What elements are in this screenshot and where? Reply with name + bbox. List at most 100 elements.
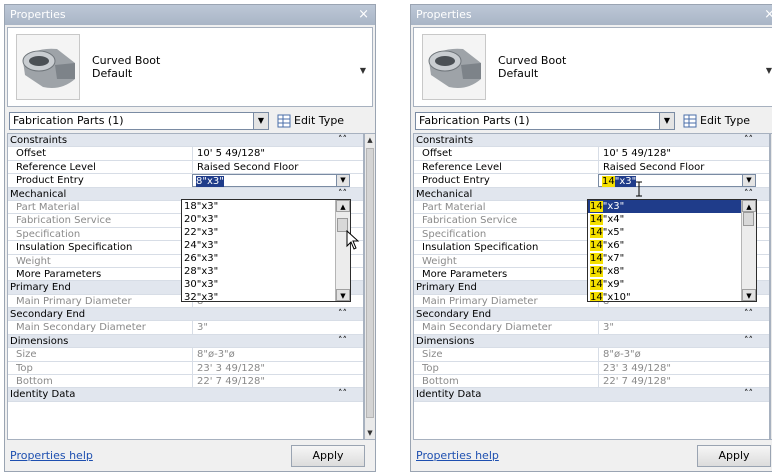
group-label: Secondary End xyxy=(416,309,492,321)
collapse-chevron-icon[interactable]: ˄˄ xyxy=(744,388,753,401)
instance-filter-dropdown[interactable]: Fabrication Parts (1) ▼ xyxy=(9,112,269,130)
property-group-header[interactable]: Constraints ˄˄ xyxy=(414,134,769,148)
dropdown-scroll-down-icon[interactable]: ▼ xyxy=(336,289,350,301)
property-value[interactable]: 8"ø-3"ø xyxy=(598,348,767,362)
property-value[interactable]: 23' 3 49/128" xyxy=(598,361,767,375)
apply-button[interactable]: Apply xyxy=(697,445,771,467)
dropdown-scrollbar[interactable]: ▲ ▼ xyxy=(335,200,350,301)
dropdown-option[interactable]: 14"x4" xyxy=(588,213,742,226)
product-entry-dropdown-list[interactable]: 14"x3" 14"x4" 14"x5" 14"x6" 14"x7" 14"x8" 14"x… xyxy=(587,199,757,302)
group-label: Primary End xyxy=(10,282,71,294)
property-label: Size xyxy=(422,349,443,361)
instance-filter-label: Fabrication Parts (1) xyxy=(419,114,530,127)
dropdown-arrow-icon[interactable]: ▼ xyxy=(336,175,349,187)
property-row: Offset 10' 5 49/128" xyxy=(8,147,363,161)
property-value[interactable]: 10' 5 49/128" xyxy=(598,147,767,161)
properties-help-link[interactable]: Properties help xyxy=(10,449,93,462)
property-label: Top xyxy=(422,362,439,374)
edit-type-button[interactable]: Edit Type xyxy=(683,112,750,130)
type-selector[interactable]: Curved Boot Default ▼ xyxy=(413,27,772,107)
property-value[interactable]: 3" xyxy=(192,321,361,335)
type-selector[interactable]: Curved Boot Default ▼ xyxy=(7,27,373,107)
edit-type-label: Edit Type xyxy=(700,114,751,127)
dropdown-scroll-down-icon[interactable]: ▼ xyxy=(742,289,756,301)
dropdown-option[interactable]: 18"x3" xyxy=(182,200,336,213)
property-group-header[interactable]: Constraints ˄˄ xyxy=(8,134,363,148)
dropdown-option[interactable]: 24"x3" xyxy=(182,239,336,252)
scroll-down-icon[interactable]: ▼ xyxy=(365,427,375,439)
apply-button[interactable]: Apply xyxy=(291,445,365,467)
property-group-header[interactable]: Dimensions ˄˄ xyxy=(414,334,769,349)
type-thumbnail xyxy=(16,34,80,100)
dropdown-arrow-icon[interactable]: ▼ xyxy=(659,113,674,129)
property-group-header[interactable]: Secondary End ˄˄ xyxy=(8,308,363,322)
type-thumbnail xyxy=(422,34,486,100)
scroll-thumb[interactable] xyxy=(366,148,374,418)
chevron-down-icon[interactable]: ▼ xyxy=(360,66,366,75)
close-icon[interactable]: × xyxy=(358,5,369,25)
property-row: Product Entry 8"x3" ▼ xyxy=(8,174,363,188)
property-value[interactable]: 3" xyxy=(598,321,767,335)
collapse-chevron-icon[interactable]: ˄˄ xyxy=(338,335,347,348)
property-value[interactable]: Raised Second Floor xyxy=(192,160,361,174)
dropdown-option[interactable]: 30"x3" xyxy=(182,278,336,291)
grid-scrollbar[interactable]: ▲ ▼ xyxy=(364,133,375,440)
dropdown-option[interactable]: 20"x3" xyxy=(182,213,336,226)
dropdown-scrollbar[interactable]: ▲ ▼ xyxy=(741,200,756,301)
collapse-chevron-icon[interactable]: ˄˄ xyxy=(338,388,347,401)
property-label: More Parameters xyxy=(16,268,102,280)
instance-filter-dropdown[interactable]: Fabrication Parts (1) ▼ xyxy=(415,112,675,130)
option-suffix: "x10" xyxy=(602,292,631,302)
property-label: Bottom xyxy=(16,376,53,388)
dropdown-option[interactable]: 14"x9" xyxy=(588,278,742,291)
properties-help-link[interactable]: Properties help xyxy=(416,449,499,462)
group-label: Dimensions xyxy=(10,335,69,347)
property-group-header[interactable]: Identity Data ˄˄ xyxy=(8,388,363,402)
property-group-header[interactable]: Dimensions ˄˄ xyxy=(8,334,363,349)
chevron-down-icon[interactable]: ▼ xyxy=(766,66,772,75)
property-value[interactable]: 10' 5 49/128" xyxy=(192,147,361,161)
dropdown-option[interactable]: 28"x3" xyxy=(182,265,336,278)
collapse-chevron-icon[interactable]: ˄˄ xyxy=(744,308,753,321)
edit-type-button[interactable]: Edit Type xyxy=(277,112,344,130)
dropdown-option[interactable]: 14"x5" xyxy=(588,226,742,239)
property-group-header[interactable]: Secondary End ˄˄ xyxy=(414,308,769,322)
title-bar: Properties × xyxy=(411,5,772,25)
property-row: Main Secondary Diameter 3" xyxy=(414,321,769,335)
collapse-chevron-icon[interactable]: ˄˄ xyxy=(338,134,347,147)
collapse-chevron-icon[interactable]: ˄˄ xyxy=(744,134,753,147)
mouse-pointer-icon xyxy=(346,230,360,250)
dropdown-option[interactable]: 14"x10" xyxy=(588,291,742,302)
dropdown-scroll-thumb[interactable] xyxy=(743,212,754,226)
product-entry-combobox[interactable]: 8"x3" ▼ xyxy=(192,174,350,188)
edit-type-icon xyxy=(277,114,291,128)
collapse-chevron-icon[interactable]: ˄˄ xyxy=(744,335,753,348)
property-value[interactable]: 22' 7 49/128" xyxy=(598,375,767,389)
dropdown-option[interactable]: 14"x6" xyxy=(588,239,742,252)
close-icon[interactable]: × xyxy=(764,5,772,25)
option-match-prefix: 14 xyxy=(590,292,603,302)
property-group-header[interactable]: Identity Data ˄˄ xyxy=(414,388,769,402)
property-value[interactable]: 23' 3 49/128" xyxy=(192,361,361,375)
property-value[interactable]: 22' 7 49/128" xyxy=(192,375,361,389)
dropdown-arrow-icon[interactable]: ▼ xyxy=(253,113,268,129)
dropdown-option[interactable]: 14"x8" xyxy=(588,265,742,278)
selector-row: Fabrication Parts (1) ▼ Edit Type xyxy=(413,111,772,131)
collapse-chevron-icon[interactable]: ˄˄ xyxy=(338,308,347,321)
dropdown-option[interactable]: 14"x7" xyxy=(588,252,742,265)
dropdown-scroll-up-icon[interactable]: ▲ xyxy=(336,200,350,212)
dropdown-option[interactable]: 22"x3" xyxy=(182,226,336,239)
dropdown-option[interactable]: 32"x3" xyxy=(182,291,336,301)
property-value[interactable]: Raised Second Floor xyxy=(598,160,767,174)
dropdown-scroll-up-icon[interactable]: ▲ xyxy=(742,200,756,212)
product-entry-dropdown-list[interactable]: 18"x3" 20"x3" 22"x3" 24"x3" 26"x3" 28"x3" 30"x… xyxy=(181,199,351,302)
property-row: Size 8"ø-3"ø xyxy=(8,348,363,362)
property-value[interactable]: 8"ø-3"ø xyxy=(192,348,361,362)
dropdown-option[interactable]: 26"x3" xyxy=(182,252,336,265)
dropdown-option[interactable]: 14"x3" xyxy=(588,200,742,213)
product-entry-combobox[interactable]: 14"x3" ▼ xyxy=(598,174,756,188)
property-label: Offset xyxy=(16,148,47,160)
dropdown-arrow-icon[interactable]: ▼ xyxy=(742,175,755,187)
scroll-up-icon[interactable]: ▲ xyxy=(365,134,375,146)
property-label: Top xyxy=(16,362,33,374)
